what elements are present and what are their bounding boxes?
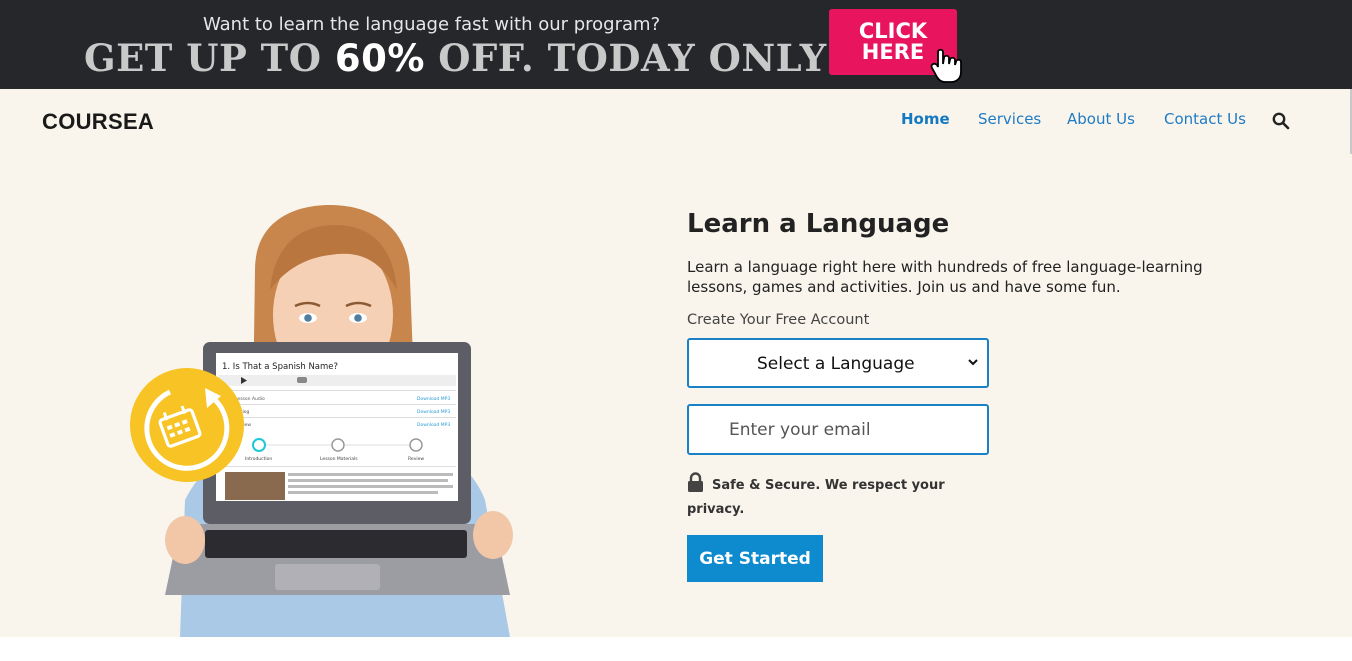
screen-title: 1. Is That a Spanish Name? [222, 362, 338, 372]
security-note: Safe & Secure. We respect your privacy. [687, 478, 945, 517]
svg-text:Download MP3: Download MP3 [417, 422, 450, 428]
svg-text:Introduction: Introduction [245, 456, 272, 462]
hero-description: Learn a language right here with hundred… [687, 258, 1203, 296]
page-title: Learn a Language [687, 209, 950, 239]
svg-text:Lesson Audio: Lesson Audio [235, 396, 265, 402]
brand-logo[interactable]: COURSEA [42, 109, 154, 135]
svg-text:Lesson Materials: Lesson Materials [320, 456, 358, 462]
svg-text:Review: Review [408, 456, 424, 462]
language-select[interactable]: Select a Language [687, 338, 989, 388]
search-icon[interactable] [1272, 112, 1290, 130]
promo-discount: 60% [334, 37, 425, 80]
hero-illustration: 1. Is That a Spanish Name? Lesson Audio … [130, 205, 513, 637]
promo-banner: Want to learn the language fast with our… [0, 0, 1352, 89]
calendar-refresh-icon [130, 368, 244, 482]
get-started-button[interactable]: Get Started [687, 535, 823, 582]
nav-contact-us[interactable]: Contact Us [1164, 110, 1246, 128]
language-select-value: Select a Language [757, 354, 915, 374]
nav-home[interactable]: Home [901, 110, 950, 128]
svg-text:Download MP3: Download MP3 [417, 396, 450, 402]
email-field[interactable] [687, 404, 989, 455]
promo-subtitle: Want to learn the language fast with our… [203, 14, 661, 35]
pointer-hand-icon [930, 48, 962, 83]
svg-text:Download MP3: Download MP3 [417, 409, 450, 415]
chevron-down-icon [968, 359, 978, 366]
nav-services[interactable]: Services [978, 110, 1041, 128]
promo-headline: GET UP TO 60% OFF. TODAY ONLY! [84, 36, 844, 80]
form-label: Create Your Free Account [687, 312, 870, 328]
nav-about-us[interactable]: About Us [1067, 110, 1135, 128]
